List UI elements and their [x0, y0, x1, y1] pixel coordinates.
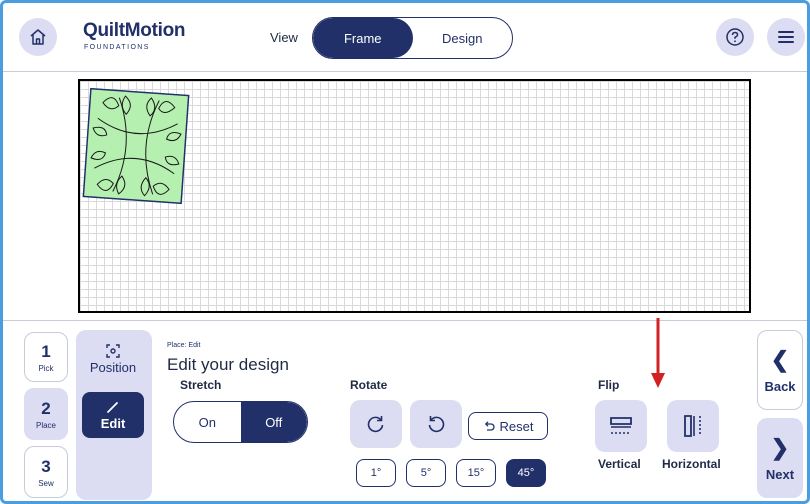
rotate-counterclockwise-button[interactable] [410, 400, 462, 448]
step-number: 2 [41, 398, 51, 418]
menu-button[interactable] [767, 18, 805, 56]
brand-name: QuiltMotion [83, 20, 186, 41]
quilt-frame-grid[interactable] [78, 79, 751, 313]
rotate-increment-45[interactable]: 45° [506, 459, 546, 487]
step-number: 3 [41, 456, 51, 476]
view-design-option[interactable]: Design [413, 18, 513, 58]
canvas-area [0, 72, 810, 320]
flip-vertical-button[interactable] [595, 400, 647, 452]
flip-label: Flip [598, 378, 620, 392]
step-number: 1 [41, 341, 51, 361]
red-arrow-annotation [651, 318, 665, 388]
step-pick[interactable]: 1 Pick [24, 332, 68, 382]
rotate-label: Rotate [350, 378, 388, 392]
reset-label: Reset [499, 418, 534, 434]
undo-icon [484, 421, 495, 431]
rotate-clockwise-button[interactable] [350, 400, 402, 448]
rotate-counterclockwise-icon [428, 416, 445, 433]
panel-title: Edit your design [167, 355, 289, 374]
step-sew[interactable]: 3 Sew [24, 446, 68, 498]
substep-edit[interactable]: Edit [82, 392, 144, 438]
home-icon [30, 29, 46, 45]
rotate-increment-1[interactable]: 1° [356, 459, 396, 487]
home-button[interactable] [19, 18, 57, 56]
back-button[interactable]: ❮ Back [757, 330, 803, 410]
stretch-on-option[interactable]: On [174, 402, 241, 442]
flip-horizontal-button[interactable] [667, 400, 719, 452]
back-label: Back [764, 378, 796, 394]
rotate-clockwise-icon [367, 416, 384, 433]
rotate-increment-15[interactable]: 15° [456, 459, 496, 487]
stretch-toggle: On Off [173, 401, 308, 443]
flip-horizontal-icon [684, 415, 701, 437]
view-frame-option[interactable]: Frame [313, 18, 413, 58]
position-icon [106, 343, 120, 358]
placed-design[interactable] [82, 87, 190, 205]
flip-vertical-icon [610, 417, 632, 434]
brand-logo: X QuiltMotion FOUNDATIONS [83, 16, 203, 62]
flip-vertical-label: Vertical [598, 457, 641, 471]
next-label: Next [765, 466, 795, 482]
view-toggle: Frame Design [312, 17, 513, 59]
rotate-reset-button[interactable]: Reset [468, 412, 548, 440]
flip-horizontal-label: Horizontal [662, 457, 721, 471]
stretch-off-option[interactable]: Off [240, 402, 307, 442]
step-label: Sew [38, 478, 54, 488]
step-label: Place [35, 420, 56, 430]
rotate-increment-5[interactable]: 5° [406, 459, 446, 487]
place-substeps: Position Edit [76, 330, 152, 500]
breadcrumb: Place: Edit [167, 342, 201, 349]
substep-position-label: Position [89, 359, 137, 375]
substep-position[interactable]: Position [82, 336, 144, 382]
step-label: Pick [38, 363, 54, 373]
hamburger-menu-icon [778, 31, 794, 43]
substep-edit-label: Edit [100, 415, 126, 431]
help-icon [726, 28, 744, 46]
step-place[interactable]: 2 Place [24, 388, 68, 440]
help-button[interactable] [716, 18, 754, 56]
brand-subtitle: FOUNDATIONS [84, 44, 150, 51]
top-bar: X QuiltMotion FOUNDATIONS View Frame Des… [0, 0, 810, 72]
quilt-design-pattern [82, 87, 190, 205]
chevron-right-icon: ❯ [770, 434, 790, 460]
next-button[interactable]: ❯ Next [757, 418, 803, 498]
view-label: View [270, 30, 298, 45]
pencil-icon [107, 401, 118, 413]
stretch-label: Stretch [180, 378, 222, 392]
chevron-left-icon: ❮ [770, 346, 790, 372]
workflow-steps: 1 Pick 2 Place 3 Sew [24, 330, 68, 498]
